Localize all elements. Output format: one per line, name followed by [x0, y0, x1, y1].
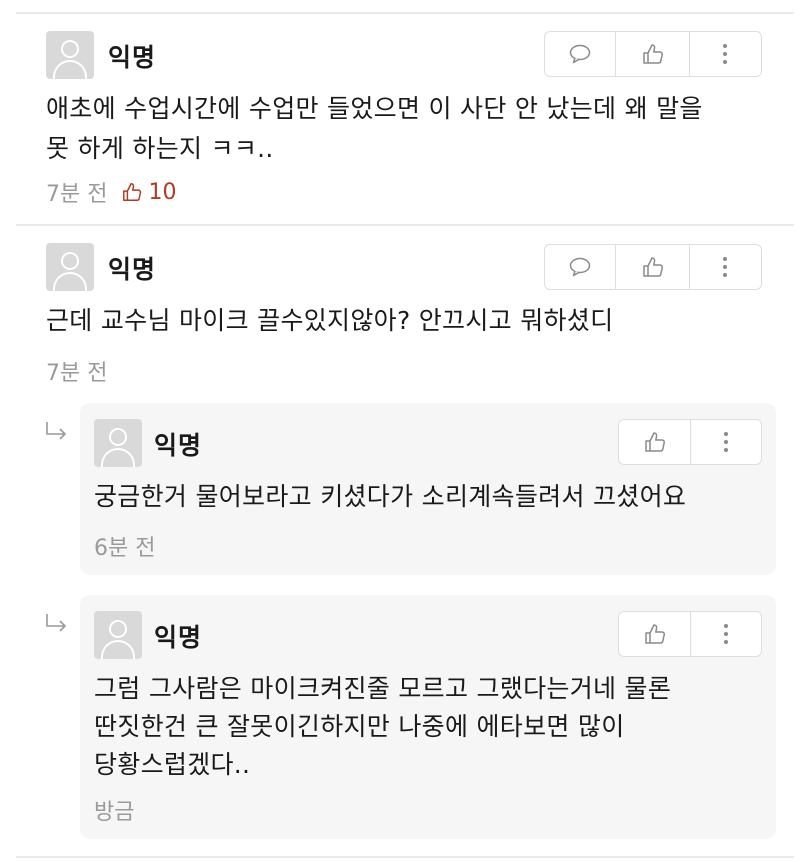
like-count: 10	[121, 180, 176, 205]
like-button[interactable]	[616, 32, 690, 76]
bottom-divider	[16, 856, 794, 858]
thumbs-up-icon	[642, 257, 663, 277]
more-button[interactable]	[690, 245, 761, 289]
comment-divider	[16, 224, 794, 226]
top-divider	[16, 12, 794, 14]
thumbs-up-icon	[642, 44, 663, 64]
reply-text-line: 당황스럽겠다..	[94, 750, 251, 779]
vertical-dots-icon	[724, 624, 728, 644]
thumbs-up-icon	[123, 183, 142, 201]
like-button[interactable]	[619, 612, 691, 656]
reply-button[interactable]	[545, 245, 617, 289]
like-button[interactable]	[616, 245, 690, 289]
more-button[interactable]	[691, 420, 761, 464]
comment-meta: 7분 전	[46, 355, 107, 387]
vertical-dots-icon	[724, 432, 728, 452]
reply-text-line: 딴짓한건 큰 잘못이긴하지만 나중에 에타보면 많이	[94, 712, 625, 741]
reply-actions	[618, 611, 762, 657]
comment-text-line: 애초에 수업시간에 수업만 들었으면 이 사단 안 났는데 왜 말을	[46, 94, 703, 123]
reply-meta: 6분 전	[94, 530, 155, 562]
author-name: 익명	[154, 431, 203, 460]
speech-bubble-icon	[569, 257, 591, 277]
avatar	[46, 243, 94, 291]
comment-text-line: 근데 교수님 마이크 끌수있지않아? 안끄시고 뭐하셨디	[46, 306, 614, 335]
more-button[interactable]	[691, 612, 761, 656]
reply: 익명 그럼 그사람은 마이크켜진줄 모르고 그랬다는거네 물론 딴짓한건 큰 잘…	[80, 595, 776, 839]
more-button[interactable]	[690, 32, 761, 76]
reply-arrow-icon	[46, 422, 67, 440]
timestamp: 방금	[94, 800, 135, 825]
reply: 익명 궁금한거 물어보라고 키셨다가 소리계속들려서 끄셨어요 6분 전	[80, 403, 776, 575]
reply-arrow-icon	[46, 614, 67, 632]
author-name: 익명	[108, 255, 157, 284]
timestamp: 6분 전	[94, 536, 156, 561]
like-count-value: 10	[148, 179, 177, 205]
vertical-dots-icon	[723, 257, 728, 277]
author-name: 익명	[154, 623, 203, 652]
vertical-dots-icon	[723, 44, 728, 64]
speech-bubble-icon	[569, 44, 591, 64]
like-button[interactable]	[619, 420, 691, 464]
comment-text-line: 못 하게 하는지 ㅋㅋ..	[46, 134, 274, 163]
avatar	[46, 31, 94, 79]
reply-text-line: 그럼 그사람은 마이크켜진줄 모르고 그랬다는거네 물론	[94, 674, 672, 703]
avatar	[94, 419, 142, 467]
author-name: 익명	[108, 43, 157, 72]
reply-button[interactable]	[545, 32, 617, 76]
timestamp: 7분 전	[46, 361, 108, 386]
thumbs-up-icon	[644, 624, 665, 644]
reply-actions	[618, 419, 762, 465]
comment-meta: 7분 전 10	[46, 176, 176, 208]
avatar	[94, 611, 142, 659]
comment-actions	[544, 31, 762, 77]
reply-text-line: 궁금한거 물어보라고 키셨다가 소리계속들려서 끄셨어요	[94, 482, 687, 511]
timestamp: 7분 전	[46, 182, 108, 207]
thumbs-up-icon	[644, 432, 665, 452]
reply-meta: 방금	[94, 794, 134, 826]
comment-actions	[544, 244, 762, 290]
